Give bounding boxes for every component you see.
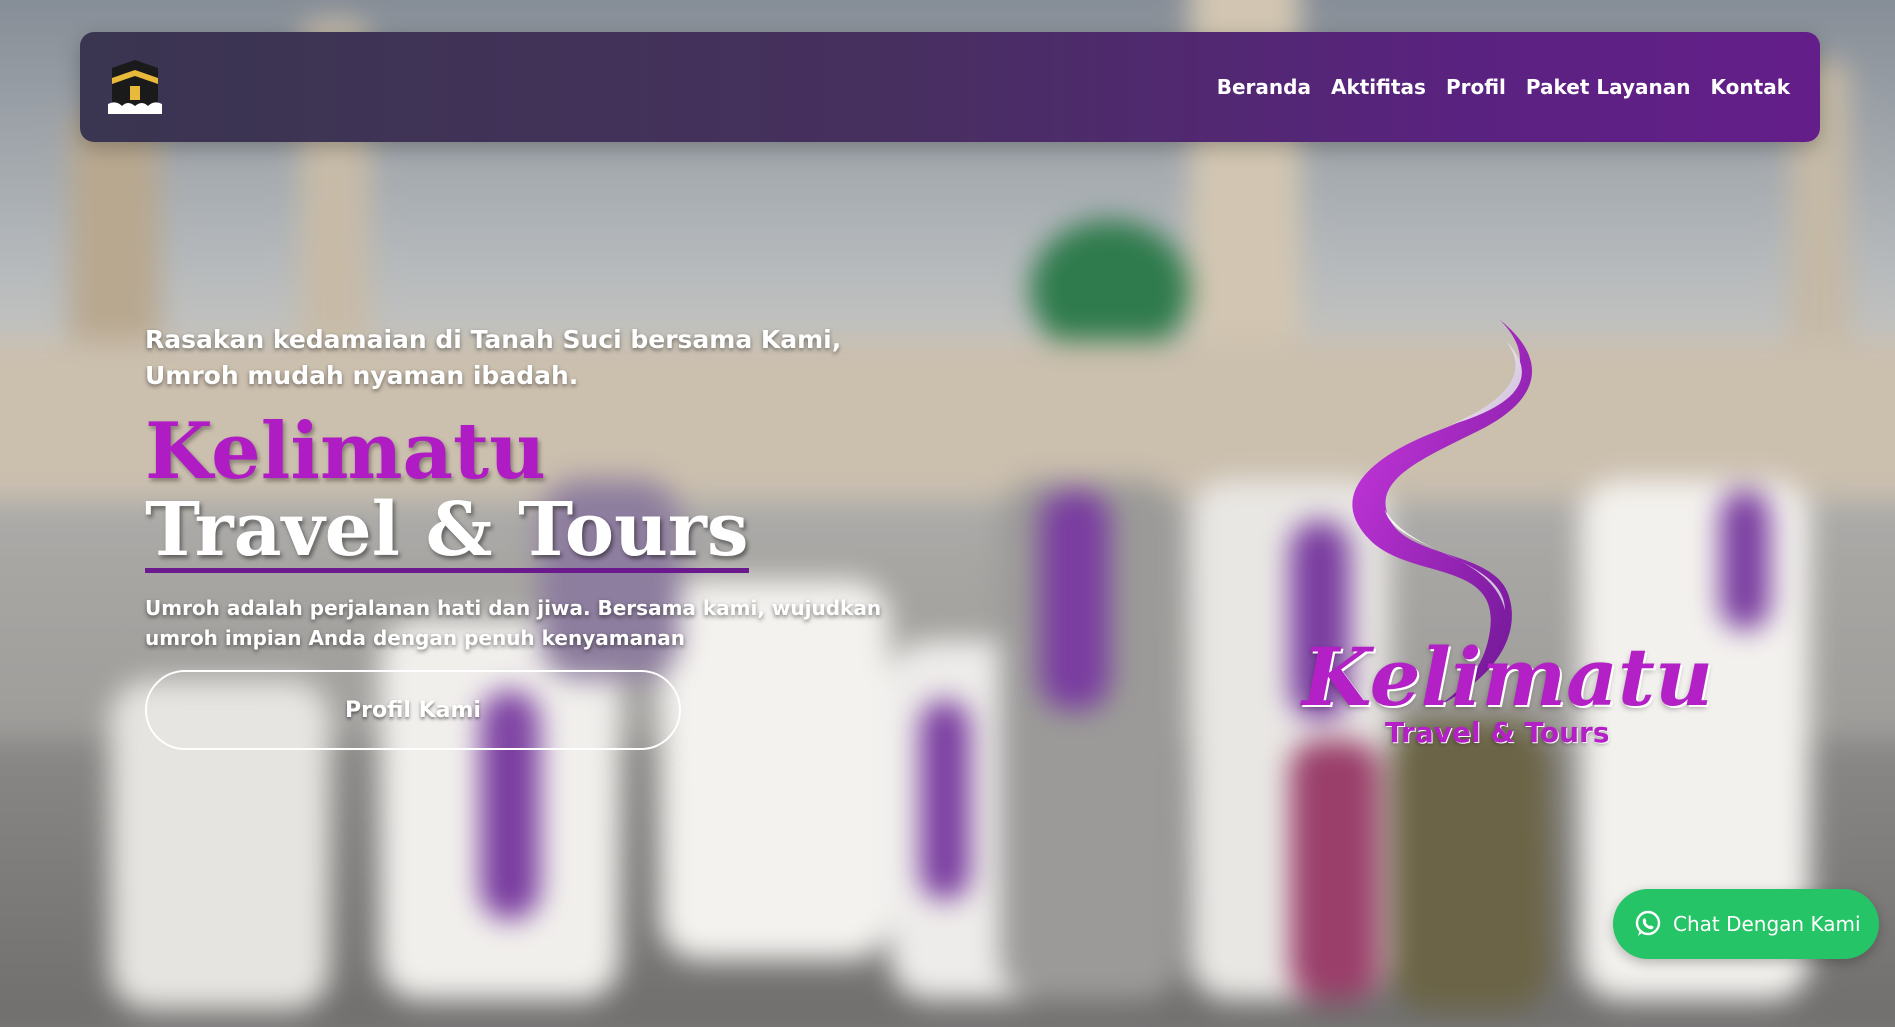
nav-link-aktifitas[interactable]: Aktifitas bbox=[1331, 75, 1426, 99]
logo-subtitle: Travel & Tours bbox=[1385, 716, 1610, 749]
nav-link-beranda[interactable]: Beranda bbox=[1217, 75, 1311, 99]
hero-brand-title: Kelimatu bbox=[145, 406, 546, 497]
profil-kami-button[interactable]: Profil Kami bbox=[145, 670, 681, 750]
nav-links: Beranda Aktifitas Profil Paket Layanan K… bbox=[1217, 32, 1790, 142]
hero-tagline: Rasakan kedamaian di Tanah Suci bersama … bbox=[145, 325, 842, 390]
hero-section: Rasakan kedamaian di Tanah Suci bersama … bbox=[145, 322, 945, 653]
nav-link-paket-layanan[interactable]: Paket Layanan bbox=[1526, 75, 1691, 99]
hero-description: Umroh adalah perjalanan hati dan jiwa. B… bbox=[145, 596, 882, 650]
nav-link-kontak[interactable]: Kontak bbox=[1711, 75, 1790, 99]
logo-wordmark: Kelimatu bbox=[1302, 630, 1714, 724]
hero-brand-subtitle: Travel & Tours bbox=[145, 487, 749, 573]
nav-link-profil[interactable]: Profil bbox=[1446, 75, 1506, 99]
chat-button-label: Chat Dengan Kami bbox=[1673, 912, 1861, 936]
whatsapp-icon bbox=[1633, 909, 1663, 939]
kaaba-icon[interactable] bbox=[106, 56, 164, 116]
top-navbar: Beranda Aktifitas Profil Paket Layanan K… bbox=[80, 32, 1820, 142]
chat-whatsapp-button[interactable]: Chat Dengan Kami bbox=[1613, 889, 1879, 959]
